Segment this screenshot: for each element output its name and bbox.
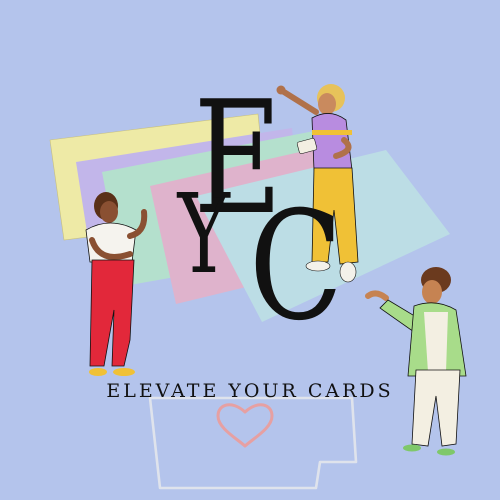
- logo-letter-c: C: [249, 180, 343, 354]
- woman-illustration-right: [365, 267, 467, 456]
- folded-card-icon: [148, 396, 358, 490]
- logo-canvas: E Y C ELEVATE YOUR CARDS: [0, 0, 500, 500]
- logo-artwork: E Y C: [49, 67, 467, 490]
- logo-letter-y: Y: [176, 170, 231, 299]
- logo-tagline: ELEVATE YOUR CARDS: [106, 380, 394, 402]
- heart-icon: [216, 403, 274, 448]
